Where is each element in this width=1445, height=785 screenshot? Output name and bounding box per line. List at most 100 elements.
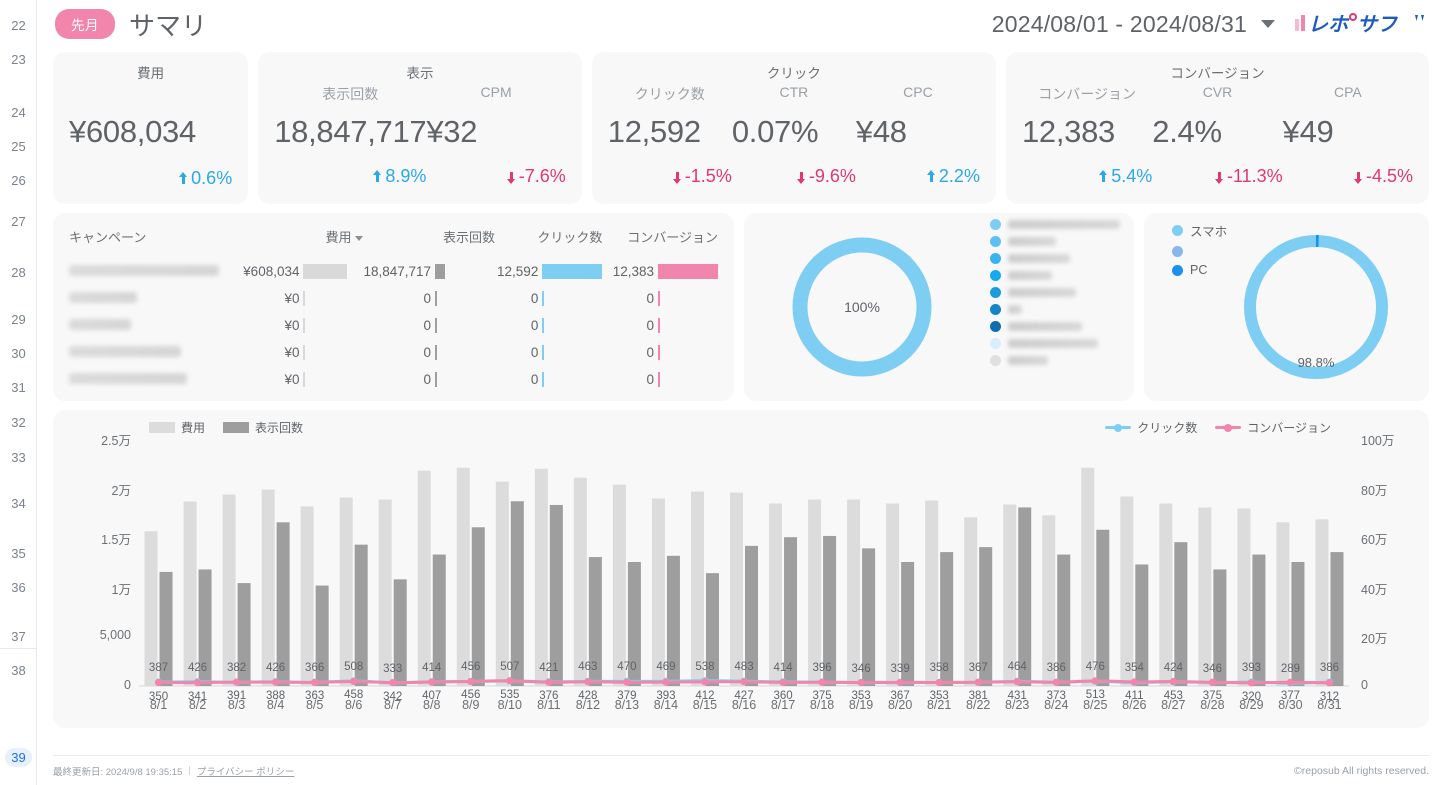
legend-item[interactable] <box>990 321 1120 332</box>
column-header-clicks[interactable]: クリック数 <box>495 227 602 258</box>
bar-impressions[interactable] <box>1252 554 1266 686</box>
bar-cost[interactable] <box>495 481 509 686</box>
bar-impressions[interactable] <box>1096 529 1110 686</box>
bar-impressions[interactable] <box>1057 554 1071 686</box>
bar-cost[interactable] <box>769 503 783 686</box>
data-point[interactable] <box>1286 678 1295 686</box>
bar-impressions[interactable] <box>1174 542 1188 686</box>
data-point[interactable] <box>389 679 397 687</box>
data-point[interactable] <box>545 678 553 686</box>
data-point[interactable] <box>467 677 475 686</box>
bar-cost[interactable] <box>261 489 275 686</box>
bar-cost[interactable] <box>1237 508 1251 686</box>
legend-item[interactable] <box>990 253 1120 264</box>
bar-cost[interactable] <box>651 498 665 686</box>
data-point[interactable] <box>232 678 241 686</box>
legend-item[interactable] <box>990 270 1120 281</box>
data-point[interactable] <box>1052 678 1060 686</box>
data-point[interactable] <box>1208 678 1216 686</box>
data-point[interactable] <box>1091 677 1099 685</box>
bar-cost[interactable] <box>730 492 743 686</box>
data-point[interactable] <box>428 678 436 686</box>
date-range-selector[interactable]: 2024/08/01 - 2024/08/31 <box>992 11 1247 38</box>
bar-cost[interactable] <box>847 499 861 686</box>
bar-cost[interactable] <box>222 494 236 686</box>
data-point[interactable] <box>818 678 826 686</box>
bar-impressions[interactable] <box>510 501 524 686</box>
data-point[interactable] <box>350 677 358 686</box>
bar-impressions[interactable] <box>354 544 368 686</box>
bar-impressions[interactable] <box>471 527 485 686</box>
column-header-conversions[interactable]: コンバージョン <box>602 227 718 258</box>
bar-cost[interactable] <box>1198 507 1212 686</box>
column-header-campaign[interactable]: キャンペーン <box>69 227 240 258</box>
chevron-down-icon[interactable] <box>1261 20 1275 28</box>
legend-item[interactable]: PC <box>1172 263 1227 277</box>
data-point[interactable] <box>1325 679 1334 687</box>
bar-cost[interactable] <box>300 506 314 686</box>
data-point[interactable] <box>1013 678 1021 686</box>
data-point[interactable] <box>584 678 592 686</box>
data-point[interactable] <box>1130 678 1138 686</box>
data-point[interactable] <box>1247 679 1256 687</box>
kpi-card-conversion[interactable]: コンバージョン コンバージョン 12,383 5.4% CVR 2.4% -11… <box>1005 52 1430 204</box>
table-row[interactable]: ¥0 0 0 0 <box>69 339 718 366</box>
kpi-card-cost[interactable]: 費用 ¥608,034 0.6% <box>53 52 249 204</box>
bar-cost[interactable] <box>1081 467 1095 686</box>
bar-cost[interactable] <box>378 499 392 686</box>
data-point[interactable] <box>311 678 319 686</box>
privacy-policy-link[interactable]: プライバシー ポリシー <box>197 764 294 778</box>
column-header-impressions[interactable]: 表示回数 <box>363 227 495 258</box>
legend-item[interactable] <box>990 287 1120 298</box>
bar-impressions[interactable] <box>315 585 329 686</box>
bar-impressions[interactable] <box>159 571 173 686</box>
bar-impressions[interactable] <box>666 555 680 686</box>
bar-impressions[interactable] <box>901 562 915 686</box>
data-point[interactable] <box>193 679 202 687</box>
kpi-card-impression[interactable]: 表示 表示回数 18,847,717 8.9% CPM ¥32 -7.6% <box>258 52 582 204</box>
bar-cost[interactable] <box>808 499 822 686</box>
data-point[interactable] <box>896 678 904 686</box>
data-point[interactable] <box>1169 677 1177 686</box>
bar-impressions[interactable] <box>979 547 993 686</box>
table-row[interactable]: ¥0 0 0 0 <box>69 285 718 312</box>
data-point[interactable] <box>974 678 982 686</box>
legend-item[interactable] <box>990 236 1120 247</box>
bar-cost[interactable] <box>417 470 431 686</box>
bar-cost[interactable] <box>1003 504 1017 686</box>
bar-cost[interactable] <box>612 484 626 686</box>
data-point[interactable] <box>506 677 514 685</box>
bar-cost[interactable] <box>925 500 939 686</box>
legend-item[interactable] <box>990 355 1120 366</box>
legend-item[interactable] <box>990 219 1120 230</box>
data-point[interactable] <box>857 678 865 687</box>
bar-cost[interactable] <box>1159 503 1173 686</box>
table-row[interactable]: ¥0 0 0 0 <box>69 312 718 339</box>
bar-cost[interactable] <box>456 467 470 686</box>
table-row[interactable]: ¥0 0 0 0 <box>69 366 718 393</box>
bar-cost[interactable] <box>964 517 978 686</box>
bar-cost[interactable] <box>573 477 587 686</box>
data-point[interactable] <box>701 678 709 686</box>
kpi-card-click[interactable]: クリック クリック数 12,592 -1.5% CTR 0.07% -9.6% <box>591 52 996 204</box>
table-row[interactable]: ¥608,034 18,847,717 12,592 12,383 <box>69 258 718 285</box>
data-point[interactable] <box>272 678 280 686</box>
bar-impressions[interactable] <box>1330 552 1344 686</box>
bar-impressions[interactable] <box>198 569 212 686</box>
bar-cost[interactable] <box>144 531 158 686</box>
bar-impressions[interactable] <box>393 579 407 686</box>
bar-impressions[interactable] <box>705 573 719 686</box>
data-point[interactable] <box>662 678 670 686</box>
bar-impressions[interactable] <box>276 522 290 686</box>
bar-impressions[interactable] <box>237 583 251 686</box>
bar-cost[interactable] <box>886 503 900 686</box>
bar-impressions[interactable] <box>1135 564 1149 686</box>
bar-impressions[interactable] <box>1018 507 1032 686</box>
timeseries-plot[interactable]: 0 5,000 1万 1.5万 2万 2.5万 0 20万 40万 60万 80万 100万 8/1 8/… <box>53 410 1429 728</box>
data-point[interactable] <box>154 678 163 687</box>
bar-cost[interactable] <box>1276 522 1290 686</box>
bar-cost[interactable] <box>690 491 704 686</box>
data-point[interactable] <box>623 678 631 686</box>
bar-impressions[interactable] <box>862 548 876 686</box>
bar-cost[interactable] <box>1042 515 1056 686</box>
